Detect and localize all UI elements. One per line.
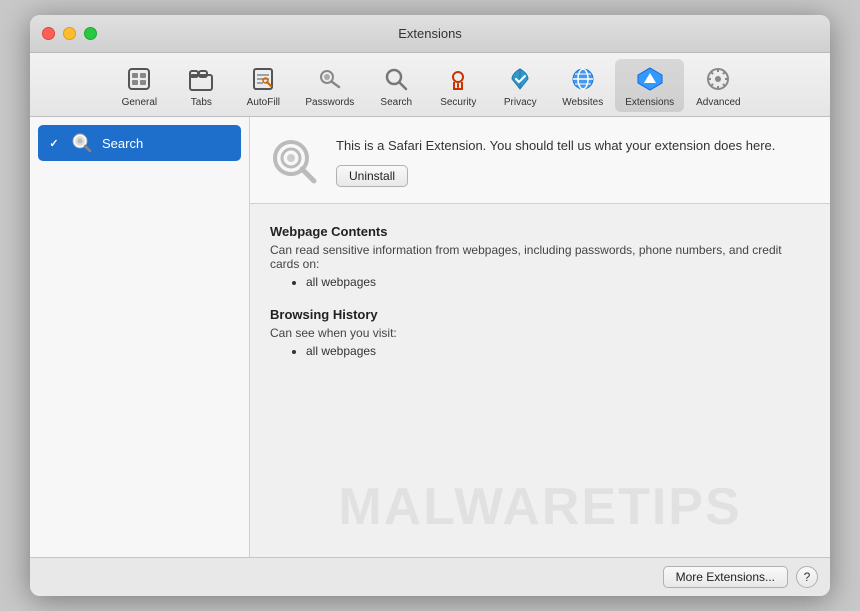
toolbar-item-security[interactable]: Security	[428, 59, 488, 112]
browsing-history-desc: Can see when you visit:	[270, 326, 810, 340]
webpage-contents-desc: Can read sensitive information from webp…	[270, 243, 810, 271]
security-label: Security	[440, 97, 476, 108]
webpage-contents-list: all webpages	[270, 275, 810, 289]
permission-section-history: Browsing History Can see when you visit:…	[270, 307, 810, 358]
toolbar-item-passwords[interactable]: Passwords	[295, 59, 364, 112]
titlebar: Extensions	[30, 15, 830, 53]
extension-description: This is a Safari Extension. You should t…	[336, 137, 810, 155]
toolbar-item-privacy[interactable]: Privacy	[490, 59, 550, 112]
search-toolbar-icon	[380, 63, 412, 95]
websites-icon	[567, 63, 599, 95]
advanced-icon	[702, 63, 734, 95]
browsing-history-title: Browsing History	[270, 307, 810, 322]
passwords-label: Passwords	[305, 97, 354, 108]
general-icon	[123, 63, 155, 95]
privacy-icon	[504, 63, 536, 95]
main-content: Search This is a Safari Extension. You s…	[30, 117, 830, 557]
preferences-window: Extensions General	[30, 15, 830, 596]
tabs-label: Tabs	[191, 97, 212, 108]
webpage-item-0: all webpages	[306, 275, 810, 289]
toolbar-item-search[interactable]: Search	[366, 59, 426, 112]
advanced-label: Advanced	[696, 97, 740, 108]
close-button[interactable]	[42, 27, 55, 40]
sidebar: Search	[30, 117, 250, 557]
more-extensions-button[interactable]: More Extensions...	[663, 566, 788, 588]
privacy-label: Privacy	[504, 97, 537, 108]
toolbar-item-general[interactable]: General	[109, 59, 169, 112]
maximize-button[interactable]	[84, 27, 97, 40]
toolbar: General Tabs	[30, 53, 830, 117]
window-controls	[42, 27, 97, 40]
detail-panel: This is a Safari Extension. You should t…	[250, 117, 830, 557]
passwords-icon	[314, 63, 346, 95]
autofill-icon	[247, 63, 279, 95]
minimize-button[interactable]	[63, 27, 76, 40]
webpage-contents-title: Webpage Contents	[270, 224, 810, 239]
websites-label: Websites	[562, 97, 603, 108]
toolbar-item-websites[interactable]: Websites	[552, 59, 613, 112]
extensions-icon	[634, 63, 666, 95]
window-title: Extensions	[398, 26, 462, 41]
extension-checkbox[interactable]	[46, 135, 62, 151]
browsing-history-list: all webpages	[270, 344, 810, 358]
history-item-0: all webpages	[306, 344, 810, 358]
security-icon	[442, 63, 474, 95]
sidebar-item-search-extension[interactable]: Search	[38, 125, 241, 161]
autofill-label: AutoFill	[247, 97, 280, 108]
permission-section-webpage: Webpage Contents Can read sensitive info…	[270, 224, 810, 289]
extension-sidebar-icon	[70, 131, 94, 155]
extension-large-icon	[270, 137, 320, 187]
extension-permissions: MALWARETIPS Webpage Contents Can read se…	[250, 204, 830, 557]
search-label: Search	[380, 97, 412, 108]
toolbar-item-extensions[interactable]: Extensions	[615, 59, 684, 112]
watermark: MALWARETIPS	[250, 477, 830, 537]
uninstall-button[interactable]: Uninstall	[336, 165, 408, 187]
tabs-icon	[185, 63, 217, 95]
sidebar-extension-name: Search	[102, 136, 143, 151]
footer: More Extensions... ?	[30, 557, 830, 596]
help-button[interactable]: ?	[796, 566, 818, 588]
extensions-label: Extensions	[625, 97, 674, 108]
toolbar-item-advanced[interactable]: Advanced	[686, 59, 750, 112]
toolbar-item-autofill[interactable]: AutoFill	[233, 59, 293, 112]
toolbar-item-tabs[interactable]: Tabs	[171, 59, 231, 112]
toolbar-items: General Tabs	[109, 59, 750, 112]
extension-info: This is a Safari Extension. You should t…	[336, 137, 810, 187]
general-label: General	[122, 97, 158, 108]
extension-header: This is a Safari Extension. You should t…	[250, 117, 830, 204]
